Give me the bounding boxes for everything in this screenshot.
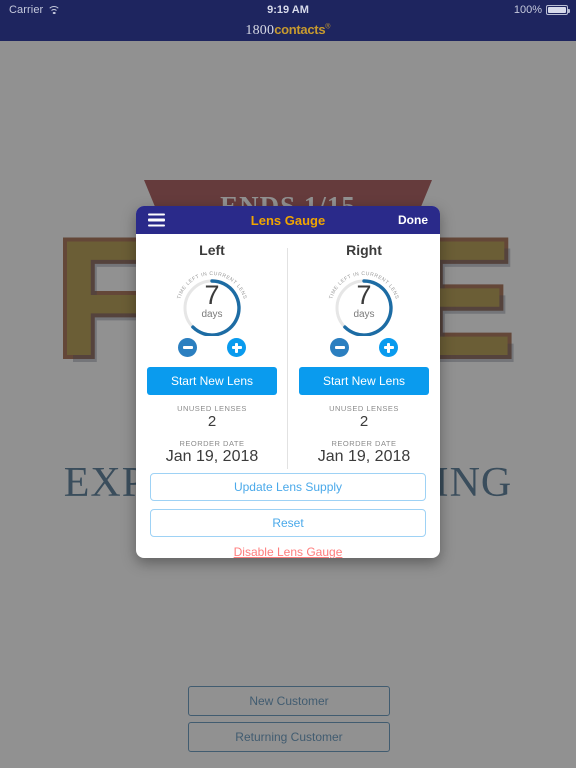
disable-lens-gauge-link[interactable]: Disable Lens Gauge [150, 545, 426, 558]
modal-title: Lens Gauge [250, 212, 326, 228]
eye-panel-left: Left TIME LEFT IN CURRENT LENS 7 days St… [136, 242, 288, 469]
done-button[interactable]: Done [398, 213, 428, 227]
brand-logo: 1800contacts® [245, 22, 330, 39]
app-screen: Carrier 9:19 AM 100% 1800contacts® ENDS … [0, 0, 576, 768]
start-new-lens-button-right[interactable]: Start New Lens [299, 367, 429, 395]
eye-label-left: Left [199, 242, 225, 258]
unused-lenses-value-left: 2 [207, 413, 217, 430]
logo-word: contacts [274, 22, 326, 37]
gauge-readout-left: 7 days [169, 280, 255, 321]
ios-status-bar: Carrier 9:19 AM 100% [0, 0, 576, 20]
minus-circle-icon[interactable] [178, 338, 197, 357]
gauge-readout-right: 7 days [321, 280, 407, 321]
status-bar-right: 100% [513, 0, 570, 20]
gauge-days-value-left: 7 [204, 280, 220, 310]
unused-lenses-value-right: 2 [359, 413, 369, 430]
lens-gauge-dial-right: TIME LEFT IN CURRENT LENS 7 days [321, 262, 407, 336]
minus-circle-icon[interactable] [330, 338, 349, 357]
gauge-days-unit-left: days [201, 309, 223, 320]
gauge-stepper-left [178, 338, 246, 357]
reorder-date-value-left: Jan 19, 2018 [165, 448, 259, 465]
status-bar-clock: 9:19 AM [267, 4, 309, 16]
reset-button[interactable]: Reset [150, 509, 426, 537]
start-new-lens-button-left[interactable]: Start New Lens [147, 367, 277, 395]
logo-number: 1800 [245, 23, 275, 38]
logo-trademark-icon: ® [325, 23, 331, 31]
lens-gauge-modal: Lens Gauge Done Left TIME LEFT IN CURREN… [136, 206, 440, 558]
reorder-date-caption-right: REORDER DATE [331, 439, 397, 448]
brand-header: 1800contacts® [0, 20, 576, 41]
unused-lenses-caption-left: UNUSED LENSES [177, 404, 247, 413]
eye-panel-right: Right TIME LEFT IN CURRENT LENS 7 days S… [288, 242, 440, 465]
modal-actions: Update Lens Supply Reset Disable Lens Ga… [136, 465, 440, 558]
gauge-days-unit-right: days [353, 309, 375, 320]
eye-label-right: Right [346, 242, 382, 258]
gauge-stepper-right [330, 338, 398, 357]
eye-panels: Left TIME LEFT IN CURRENT LENS 7 days St… [136, 234, 440, 469]
reorder-date-caption-left: REORDER DATE [179, 439, 245, 448]
lens-gauge-dial-left: TIME LEFT IN CURRENT LENS 7 days [169, 262, 255, 336]
battery-full-icon [546, 5, 570, 15]
gauge-days-value-right: 7 [356, 280, 372, 310]
update-lens-supply-button[interactable]: Update Lens Supply [150, 473, 426, 501]
battery-percent-label: 100% [513, 4, 542, 16]
modal-body: Left TIME LEFT IN CURRENT LENS 7 days St… [136, 234, 440, 558]
plus-circle-icon[interactable] [379, 338, 398, 357]
plus-circle-icon[interactable] [227, 338, 246, 357]
modal-header: Lens Gauge Done [136, 206, 440, 234]
reorder-date-value-right: Jan 19, 2018 [317, 448, 411, 465]
unused-lenses-caption-right: UNUSED LENSES [329, 404, 399, 413]
